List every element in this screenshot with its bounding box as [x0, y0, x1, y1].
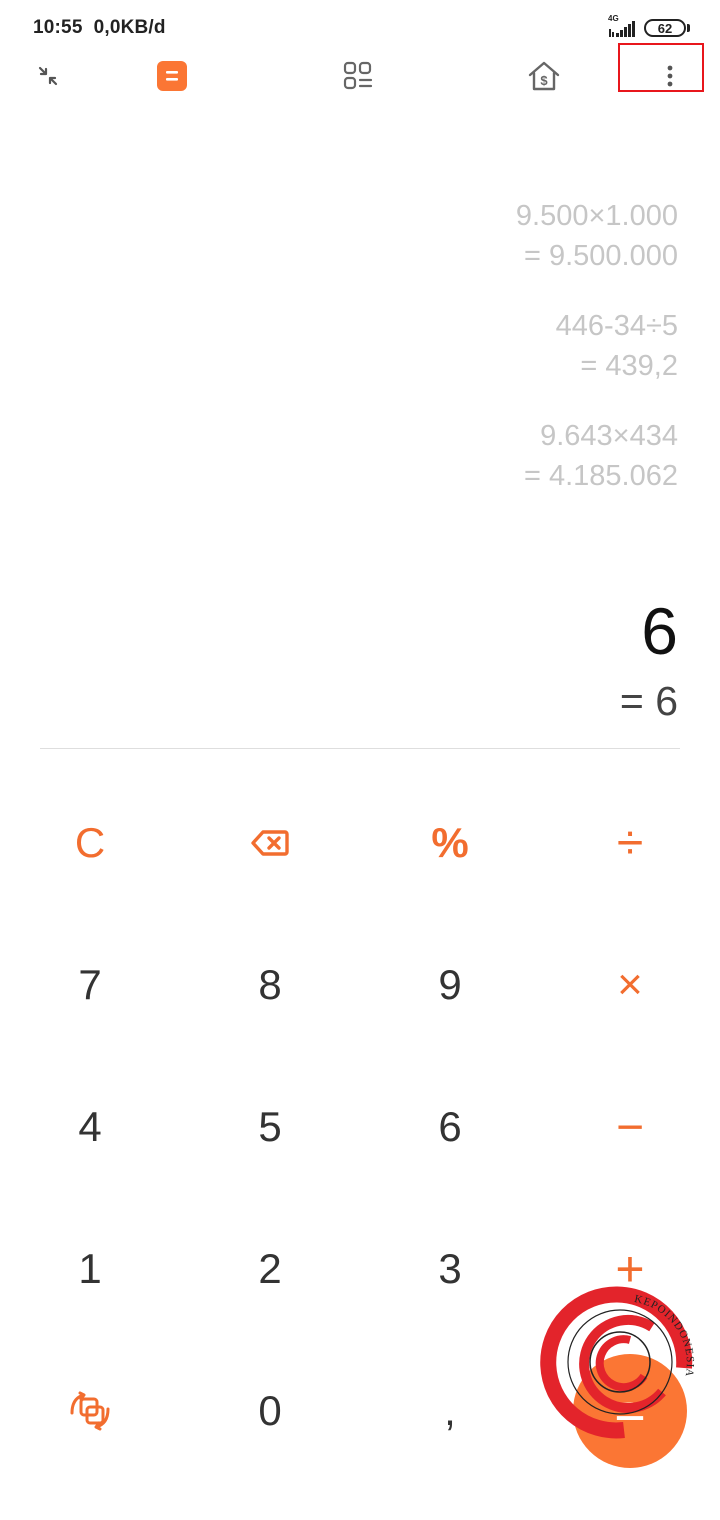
battery-icon: 62 [644, 19, 686, 37]
current-result: = 6 [619, 678, 678, 724]
converter-grid-icon [343, 61, 373, 90]
equals-key[interactable]: = [540, 1340, 720, 1482]
status-icons: 4G 62 [608, 14, 690, 40]
clear-key[interactable]: C [0, 772, 180, 914]
swap-mode-icon [70, 1391, 110, 1431]
history-expression: 9.643×434 [540, 420, 678, 452]
history-expression: 446-34÷5 [555, 310, 678, 342]
collapse-icon [38, 66, 58, 86]
signal-icon: 4G [608, 14, 638, 38]
digit-4-key[interactable]: 4 [0, 1056, 180, 1198]
backspace-key[interactable] [180, 772, 360, 914]
history-entry[interactable]: 9.500×1.000 = 9.500.000 [516, 196, 678, 276]
digit-1-key[interactable]: 1 [0, 1198, 180, 1340]
mortgage-tab-button[interactable]: $ [520, 50, 568, 102]
digit-2-key[interactable]: 2 [180, 1198, 360, 1340]
highlight-box [618, 43, 704, 92]
percent-key[interactable]: % [360, 772, 540, 914]
backspace-icon [251, 830, 289, 856]
battery-tip [687, 24, 690, 32]
decimal-comma-key[interactable]: , [360, 1340, 540, 1482]
digit-0-key[interactable]: 0 [180, 1340, 360, 1482]
history-result: = 9.500.000 [523, 240, 678, 272]
plus-key[interactable]: + [540, 1198, 720, 1340]
status-bar: 10:55 0,0KB/d 4G 62 [0, 0, 720, 56]
history-entry[interactable]: 446-34÷5 = 439,2 [516, 306, 678, 386]
digit-3-key[interactable]: 3 [360, 1198, 540, 1340]
display-divider [40, 748, 680, 749]
history-list: 9.500×1.000 = 9.500.000 446-34÷5 = 439,2… [516, 196, 678, 526]
data-speed: 0,0KB/d [93, 17, 166, 38]
calculator-icon [157, 61, 187, 91]
history-entry[interactable]: 9.643×434 = 4.185.062 [516, 416, 678, 496]
toolbar: $ [0, 50, 720, 102]
status-time: 10:55 0,0KB/d [33, 17, 166, 38]
currency-house-icon: $ [528, 61, 560, 91]
divide-key[interactable]: ÷ [540, 772, 720, 914]
digit-9-key[interactable]: 9 [360, 914, 540, 1056]
mode-toggle-key[interactable] [0, 1340, 180, 1482]
battery-level: 62 [657, 20, 673, 36]
current-display: 6 = 6 [620, 590, 678, 726]
digit-6-key[interactable]: 6 [360, 1056, 540, 1198]
converter-tab-button[interactable] [334, 50, 382, 102]
history-expression: 9.500×1.000 [515, 200, 678, 232]
digit-7-key[interactable]: 7 [0, 914, 180, 1056]
current-expression: 6 [641, 594, 678, 668]
digit-5-key[interactable]: 5 [180, 1056, 360, 1198]
history-result: = 4.185.062 [523, 460, 678, 492]
digit-8-key[interactable]: 8 [180, 914, 360, 1056]
equals-circle: = [573, 1354, 687, 1468]
history-result: = 439,2 [580, 350, 678, 382]
multiply-key[interactable]: × [540, 914, 720, 1056]
svg-text:$: $ [540, 73, 548, 88]
calculator-tab-button[interactable] [148, 50, 196, 102]
collapse-button[interactable] [24, 50, 72, 102]
minus-key[interactable]: − [540, 1056, 720, 1198]
